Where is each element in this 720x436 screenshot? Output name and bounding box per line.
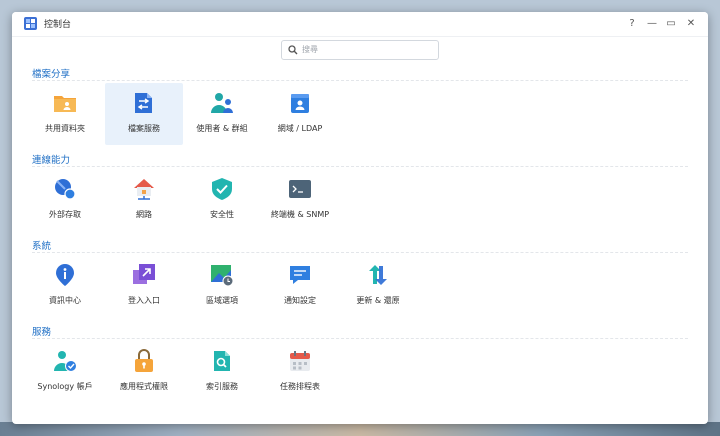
item-label: 應用程式權限 [120, 382, 168, 391]
synology-account-icon [54, 351, 77, 372]
control-panel-window: 控制台 ? — ▭ ✕ 檔案分享 共用資料夾 檔案服務 [12, 12, 708, 424]
indexing-service-icon [214, 351, 230, 371]
section-divider [32, 80, 688, 81]
item-network[interactable]: 網路 [105, 169, 183, 231]
item-task-scheduler[interactable]: 任務排程表 [261, 341, 339, 403]
item-label: 使用者 & 群組 [196, 124, 248, 133]
item-users-groups[interactable]: 使用者 & 群組 [183, 83, 261, 145]
terminal-icon [289, 180, 311, 198]
search-input[interactable] [302, 42, 430, 56]
item-notification[interactable]: 通知設定 [261, 255, 339, 317]
item-external-access[interactable]: 外部存取 [26, 169, 104, 231]
close-button[interactable]: ✕ [683, 15, 699, 31]
item-label: 區域選項 [206, 296, 238, 305]
item-app-privileges[interactable]: 應用程式權限 [105, 341, 183, 403]
item-label: 任務排程表 [280, 382, 320, 391]
item-indexing-service[interactable]: 索引服務 [183, 341, 261, 403]
search-icon [288, 45, 298, 55]
item-label: 網路 [136, 210, 152, 219]
section-title-services: 服務 [32, 327, 52, 338]
item-regional-options[interactable]: 區域選項 [183, 255, 261, 317]
item-info-center[interactable]: 資訊中心 [26, 255, 104, 317]
section-title-file-sharing: 檔案分享 [32, 69, 71, 80]
app-privileges-icon [135, 349, 153, 372]
regional-options-icon [211, 265, 234, 287]
item-label: 檔案服務 [128, 124, 160, 133]
section-divider [32, 338, 688, 339]
info-center-icon [56, 264, 74, 286]
item-shared-folder[interactable]: 共用資料夾 [26, 83, 104, 145]
item-terminal-snmp[interactable]: 終端機 & SNMP [261, 169, 339, 231]
item-label: 終端機 & SNMP [270, 210, 330, 219]
notification-icon [290, 266, 310, 284]
item-security[interactable]: 安全性 [183, 169, 261, 231]
update-restore-icon [369, 265, 387, 285]
network-icon [134, 179, 154, 200]
file-services-icon [135, 93, 152, 113]
item-label: 安全性 [210, 210, 234, 219]
item-login-portal[interactable]: 登入入口 [105, 255, 183, 317]
control-panel-app-icon [24, 17, 37, 30]
section-title-system: 系統 [32, 241, 52, 252]
item-file-services[interactable]: 檔案服務 [105, 83, 183, 145]
title-bar[interactable]: 控制台 ? — ▭ ✕ [12, 12, 708, 37]
section-divider [32, 252, 688, 253]
item-label: 網域 / LDAP [277, 124, 323, 133]
item-label: 更新 & 還原 [356, 296, 400, 305]
users-groups-icon [211, 93, 233, 113]
item-label: Synology 帳戶 [37, 382, 93, 391]
item-label: 外部存取 [49, 210, 81, 219]
item-label: 登入入口 [128, 296, 160, 305]
security-shield-icon [212, 178, 232, 200]
item-label: 通知設定 [284, 296, 316, 305]
item-label: 索引服務 [206, 382, 238, 391]
maximize-button[interactable]: ▭ [663, 15, 679, 31]
task-scheduler-icon [290, 351, 310, 371]
external-access-icon [55, 179, 76, 200]
minimize-button[interactable]: — [644, 15, 660, 31]
item-update-restore[interactable]: 更新 & 還原 [339, 255, 417, 317]
item-label: 資訊中心 [49, 296, 81, 305]
domain-ldap-icon [291, 94, 309, 113]
shared-folder-icon [54, 96, 76, 112]
login-portal-icon [133, 264, 155, 284]
help-button[interactable]: ? [624, 15, 640, 31]
item-domain-ldap[interactable]: 網域 / LDAP [261, 83, 339, 145]
window-title: 控制台 [44, 20, 72, 30]
section-divider [32, 166, 688, 167]
desktop-background [0, 422, 720, 436]
search-box[interactable] [281, 40, 439, 60]
item-label: 共用資料夾 [45, 124, 85, 133]
item-synology-account[interactable]: Synology 帳戶 [26, 341, 104, 403]
section-title-connectivity: 連線能力 [32, 155, 71, 166]
